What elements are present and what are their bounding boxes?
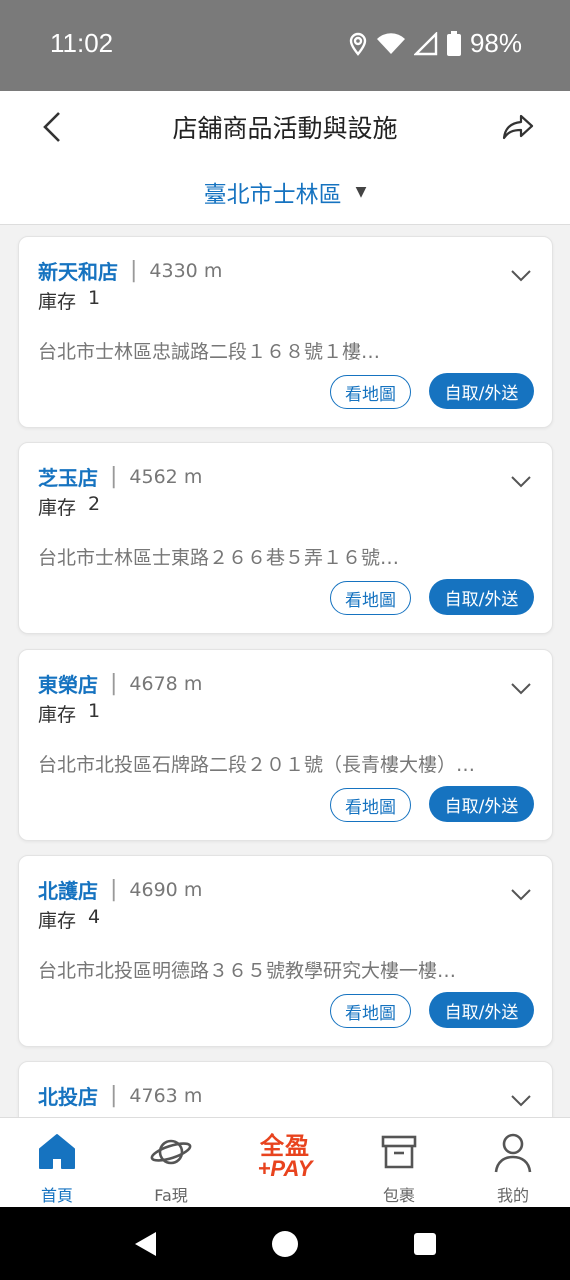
store-card[interactable]: 東榮店 | 4678 m 庫存 1 台北市北投區石牌路二段２０１號（長青樓大樓）… xyxy=(18,649,553,841)
store-distance: 4562 m xyxy=(129,465,203,488)
system-recents-button[interactable] xyxy=(395,1207,455,1280)
stock-count: 1 xyxy=(88,700,101,722)
pickup-delivery-button[interactable]: 自取/外送 xyxy=(429,992,534,1028)
circle-home-icon xyxy=(272,1230,298,1257)
store-card[interactable]: 新天和店 | 4330 m 庫存 1 台北市士林區忠誠路二段１６８號１樓… 看地… xyxy=(18,236,553,428)
planet-icon xyxy=(150,1139,192,1165)
nav-home-label: 首頁 xyxy=(40,1186,73,1205)
battery-percent: 98% xyxy=(469,28,522,58)
nav-pay[interactable]: 全盈 +PAY xyxy=(228,1118,342,1207)
stock-row: 庫存 1 xyxy=(38,287,100,314)
signal-icon xyxy=(413,31,438,55)
status-bar: 11:02 98% xyxy=(0,0,570,91)
chevron-down-icon[interactable] xyxy=(510,682,532,696)
pickup-delivery-button[interactable]: 自取/外送 xyxy=(429,579,534,615)
page-title: 店舖商品活動與設施 xyxy=(172,114,398,143)
caret-down-icon: ▼ xyxy=(355,184,367,200)
nav-package-label: 包裹 xyxy=(382,1186,415,1205)
store-name: 東榮店 xyxy=(38,673,98,697)
store-address: 台北市士林區忠誠路二段１６８號１樓… xyxy=(38,341,381,363)
status-icons: 98% xyxy=(348,28,522,59)
view-map-button[interactable]: 看地圖 xyxy=(330,581,411,615)
store-address: 台北市北投區石牌路二段２０１號（長青樓大樓）… xyxy=(38,754,476,776)
stock-count: 2 xyxy=(88,493,101,515)
stock-label: 庫存 xyxy=(38,291,77,313)
home-icon xyxy=(39,1134,75,1169)
share-icon xyxy=(502,114,534,140)
view-map-button[interactable]: 看地圖 xyxy=(330,375,411,409)
store-distance: 4330 m xyxy=(149,259,223,282)
chevron-down-icon[interactable] xyxy=(510,888,532,902)
view-map-button[interactable]: 看地圖 xyxy=(330,994,411,1028)
store-name: 芝玉店 xyxy=(38,466,98,490)
square-recents-icon xyxy=(414,1232,436,1255)
store-address: 台北市士林區士東路２６６巷５弄１６號… xyxy=(38,547,400,569)
store-card[interactable]: 北投店 | 4763 m 庫存 xyxy=(18,1061,553,1117)
district-label: 臺北市士林區 xyxy=(203,182,342,208)
bottom-nav: 首頁 Fa現 全盈 +PAY 包裹 我的 xyxy=(0,1117,570,1207)
pay-logo-line2: +PAY xyxy=(257,1156,313,1181)
stock-label: 庫存 xyxy=(38,910,77,932)
location-icon xyxy=(349,32,367,56)
stock-row: 庫存 1 xyxy=(38,700,100,727)
system-back-button[interactable] xyxy=(115,1207,175,1280)
nav-mine[interactable]: 我的 xyxy=(456,1118,570,1207)
store-distance: 4690 m xyxy=(129,878,203,901)
nav-fa-label: Fa現 xyxy=(154,1186,188,1205)
status-time: 11:02 xyxy=(50,28,114,58)
stock-count: 1 xyxy=(88,287,101,309)
stock-label: 庫存 xyxy=(38,497,77,519)
nav-fa[interactable]: Fa現 xyxy=(114,1118,228,1207)
user-icon xyxy=(494,1133,532,1173)
chevron-down-icon[interactable] xyxy=(510,475,532,489)
triangle-back-icon xyxy=(135,1231,156,1256)
pickup-delivery-button[interactable]: 自取/外送 xyxy=(429,786,534,822)
share-button[interactable] xyxy=(496,105,540,149)
package-box-icon xyxy=(381,1135,417,1169)
store-card[interactable]: 北護店 | 4690 m 庫存 4 台北市北投區明德路３６５號教學研究大樓一樓…… xyxy=(18,855,553,1047)
divider: | xyxy=(110,464,118,489)
stock-row: 庫存 2 xyxy=(38,493,100,520)
store-address: 台北市北投區明德路３６５號教學研究大樓一樓… xyxy=(38,960,457,982)
stock-row: 庫存 4 xyxy=(38,906,100,933)
chevron-down-icon[interactable] xyxy=(510,1094,532,1108)
store-card[interactable]: 芝玉店 | 4562 m 庫存 2 台北市士林區士東路２６６巷５弄１６號… 看地… xyxy=(18,442,553,634)
divider: | xyxy=(130,258,138,283)
store-name: 北護店 xyxy=(38,879,98,903)
pickup-delivery-button[interactable]: 自取/外送 xyxy=(429,373,534,409)
nav-package[interactable]: 包裹 xyxy=(342,1118,456,1207)
stock-count: 4 xyxy=(88,906,101,928)
wifi-icon xyxy=(376,32,405,54)
system-home-button[interactable] xyxy=(255,1207,315,1280)
store-name: 北投店 xyxy=(38,1085,98,1109)
battery-icon xyxy=(446,30,461,56)
store-name: 新天和店 xyxy=(38,260,118,284)
store-list[interactable]: 新天和店 | 4330 m 庫存 1 台北市士林區忠誠路二段１６８號１樓… 看地… xyxy=(0,225,570,1117)
store-distance: 4763 m xyxy=(129,1084,203,1107)
nav-mine-label: 我的 xyxy=(496,1186,529,1205)
divider: | xyxy=(110,877,118,902)
nav-home[interactable]: 首頁 xyxy=(0,1118,114,1207)
view-map-button[interactable]: 看地圖 xyxy=(330,788,411,822)
pay-logo: 全盈 +PAY xyxy=(228,1134,342,1180)
store-distance: 4678 m xyxy=(129,672,203,695)
district-selector[interactable]: 臺北市士林區 ▼ xyxy=(0,175,570,209)
pay-logo-line1: 全盈 xyxy=(260,1132,310,1160)
divider: | xyxy=(110,1083,118,1108)
page-header: 店舖商品活動與設施 臺北市士林區 ▼ xyxy=(0,91,570,225)
stock-label: 庫存 xyxy=(38,704,77,726)
system-nav-bar xyxy=(0,1207,570,1280)
divider: | xyxy=(110,671,118,696)
chevron-down-icon[interactable] xyxy=(510,269,532,283)
